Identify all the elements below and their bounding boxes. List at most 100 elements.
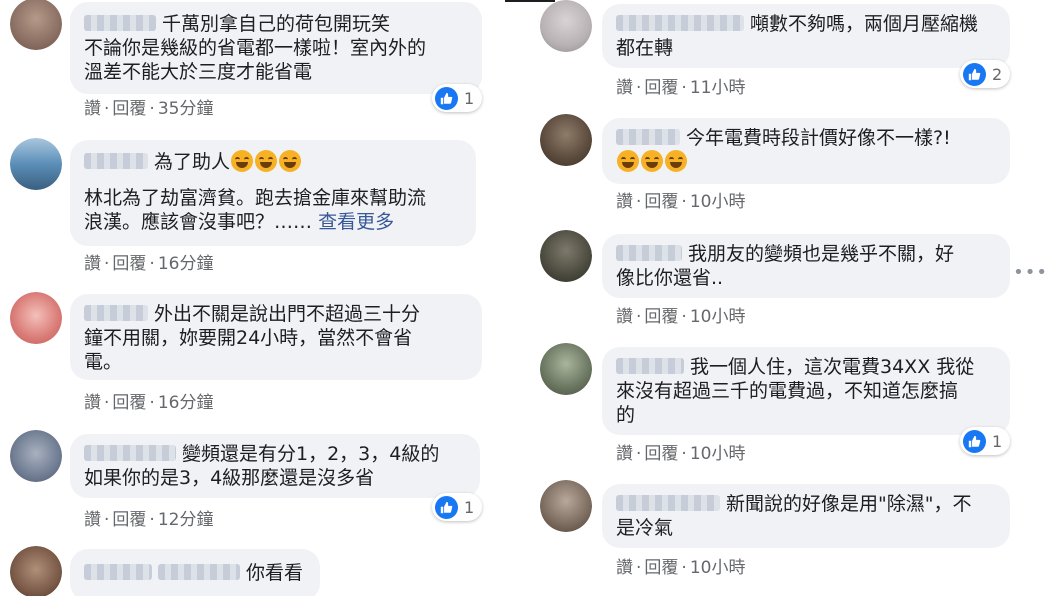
comment-timestamp[interactable]: 16分鐘	[158, 254, 214, 274]
author-name[interactable]	[616, 244, 682, 261]
reply-link[interactable]: 回覆	[644, 192, 678, 212]
see-more-link[interactable]: 查看更多	[318, 211, 394, 233]
like-link[interactable]: 讚	[616, 192, 633, 212]
reaction-badge[interactable]: 2	[960, 60, 1011, 88]
smile-emoji-icon	[279, 149, 302, 172]
comment-line: 鐘不用關，妳要開24小時，當然不會省	[84, 327, 413, 349]
reply-link[interactable]: 回覆	[644, 444, 678, 464]
reaction-count: 1	[992, 431, 1003, 451]
avatar[interactable]	[10, 138, 62, 190]
comment-bubble: 為了助人 林北為了劫富濟貧。跑去搶金庫來幫助流 浪漢。應該會沒事吧？…… 查看更…	[70, 140, 476, 246]
comment-line: 我朋友的變頻也是幾乎不關，好	[616, 242, 996, 266]
laughing-emoji-icon	[665, 149, 687, 172]
comment-line: 溫差不能大於三度才能省電	[84, 61, 313, 83]
reply-link[interactable]: 回覆	[112, 393, 146, 413]
reply-link[interactable]: 回覆	[644, 307, 678, 327]
comment-bubble: 我一個人住，這次電費34XX 我從 來沒有超過三千的電費過，不知道怎麼搞 的	[602, 347, 1010, 435]
thumbs-up-icon	[963, 429, 986, 453]
avatar[interactable]	[540, 114, 592, 166]
author-name[interactable]	[616, 357, 684, 374]
reaction-badge[interactable]: 1	[432, 84, 483, 112]
author-name[interactable]	[84, 152, 148, 169]
author-name[interactable]	[616, 494, 720, 511]
comment-line: 不論你是幾級的省電都一樣啦！室內外的	[84, 37, 427, 59]
comment-timestamp[interactable]: 10小時	[690, 307, 746, 327]
comment-timestamp[interactable]: 35分鐘	[158, 99, 214, 119]
comment-actions: 讚 · 回覆 · 35分鐘	[84, 99, 214, 119]
comment-bubble: 我朋友的變頻也是幾乎不關，好 像比你還省..	[602, 234, 1010, 298]
avatar-image	[10, 292, 62, 344]
comment-line: 林北為了劫富濟貧。跑去搶金庫來幫助流	[84, 187, 427, 209]
comment-bubble: 新聞說的好像是用"除濕"，不 是冷氣	[602, 484, 1010, 548]
author-name[interactable]	[84, 563, 152, 580]
comment-timestamp[interactable]: 10小時	[690, 444, 746, 464]
comment-line: 的	[616, 404, 636, 426]
comment-line: 你看看	[84, 561, 306, 585]
comment-line: 來沒有超過三千的電費過，不知道怎麼搞	[616, 380, 959, 402]
comment-timestamp[interactable]: 10小時	[690, 192, 746, 212]
like-link[interactable]: 讚	[616, 307, 633, 327]
comment-bubble: 你看看	[70, 549, 320, 596]
comment-bubble: 千萬別拿自己的荷包開玩笑 不論你是幾級的省電都一樣啦！室內外的 溫差不能大於三度…	[70, 2, 482, 94]
reply-link[interactable]: 回覆	[112, 254, 146, 274]
thumbs-up-icon	[435, 86, 458, 110]
avatar[interactable]	[540, 0, 592, 52]
comment-actions: 讚 · 回覆 · 10小時	[616, 307, 746, 327]
comment-timestamp[interactable]: 10小時	[690, 558, 746, 578]
comment-bubble: 變頻還是有分1，2，3，4級的 如果你的是3，4級那麼還是沒多省	[70, 434, 480, 498]
comment-line: 電。	[84, 351, 123, 373]
reply-link[interactable]: 回覆	[644, 78, 678, 98]
author-name[interactable]	[616, 14, 744, 31]
author-name[interactable]	[158, 563, 240, 580]
like-link[interactable]: 讚	[616, 78, 633, 98]
like-link[interactable]: 讚	[84, 393, 101, 413]
author-name[interactable]	[616, 128, 680, 145]
reaction-count: 1	[464, 88, 475, 108]
avatar[interactable]	[540, 230, 592, 282]
more-horizontal-icon[interactable]: •••	[1013, 262, 1048, 283]
avatar[interactable]	[10, 430, 62, 482]
like-link[interactable]: 讚	[84, 254, 101, 274]
avatar-image	[10, 430, 62, 482]
comment-actions: 讚 · 回覆 · 16分鐘	[84, 393, 214, 413]
author-name[interactable]	[84, 14, 156, 31]
like-link[interactable]: 讚	[84, 99, 101, 119]
avatar-image	[540, 343, 592, 395]
reaction-badge[interactable]: 1	[432, 493, 483, 521]
reply-link[interactable]: 回覆	[112, 510, 146, 530]
smile-emoji-icon	[231, 149, 254, 172]
comment-timestamp[interactable]: 16分鐘	[158, 393, 214, 413]
reaction-badge[interactable]: 1	[960, 427, 1011, 455]
avatar-image	[540, 0, 592, 52]
avatar[interactable]	[10, 0, 62, 50]
avatar-image	[540, 230, 592, 282]
reply-link[interactable]: 回覆	[112, 99, 146, 119]
like-link[interactable]: 讚	[84, 510, 101, 530]
avatar[interactable]	[10, 292, 62, 344]
comment-bubble: 外出不關是說出門不超過三十分 鐘不用關，妳要開24小時，當然不會省 電。	[70, 294, 482, 380]
comment-actions: 讚 · 回覆 · 10小時	[616, 558, 746, 578]
comment-line: 浪漢。應該會沒事吧？…… 查看更多	[84, 211, 395, 233]
comment-bubble: 今年電費時段計價好像不一樣?!	[602, 118, 1010, 184]
author-name[interactable]	[84, 444, 176, 461]
comment-timestamp[interactable]: 12分鐘	[158, 510, 214, 530]
reply-link[interactable]: 回覆	[644, 558, 678, 578]
comment-line: 為了助人	[84, 149, 462, 174]
avatar[interactable]	[540, 480, 592, 532]
smile-emoji-icon	[255, 149, 278, 172]
comment-actions: 讚 · 回覆 · 12分鐘	[84, 510, 214, 530]
avatar[interactable]	[10, 546, 62, 596]
laughing-emoji-icon	[617, 149, 639, 172]
avatar-image	[10, 546, 62, 596]
avatar[interactable]	[540, 343, 592, 395]
comment-line	[616, 149, 996, 174]
like-link[interactable]: 讚	[616, 558, 633, 578]
comment-actions: 讚 · 回覆 · 10小時	[616, 444, 746, 464]
author-name[interactable]	[84, 304, 148, 321]
top-divider	[505, 0, 555, 2]
comment-line: 新聞說的好像是用"除濕"，不	[616, 492, 996, 516]
comment-timestamp[interactable]: 11小時	[690, 78, 746, 98]
like-link[interactable]: 讚	[616, 444, 633, 464]
comment-actions: 讚 · 回覆 · 16分鐘	[84, 254, 214, 274]
avatar-image	[10, 0, 62, 50]
